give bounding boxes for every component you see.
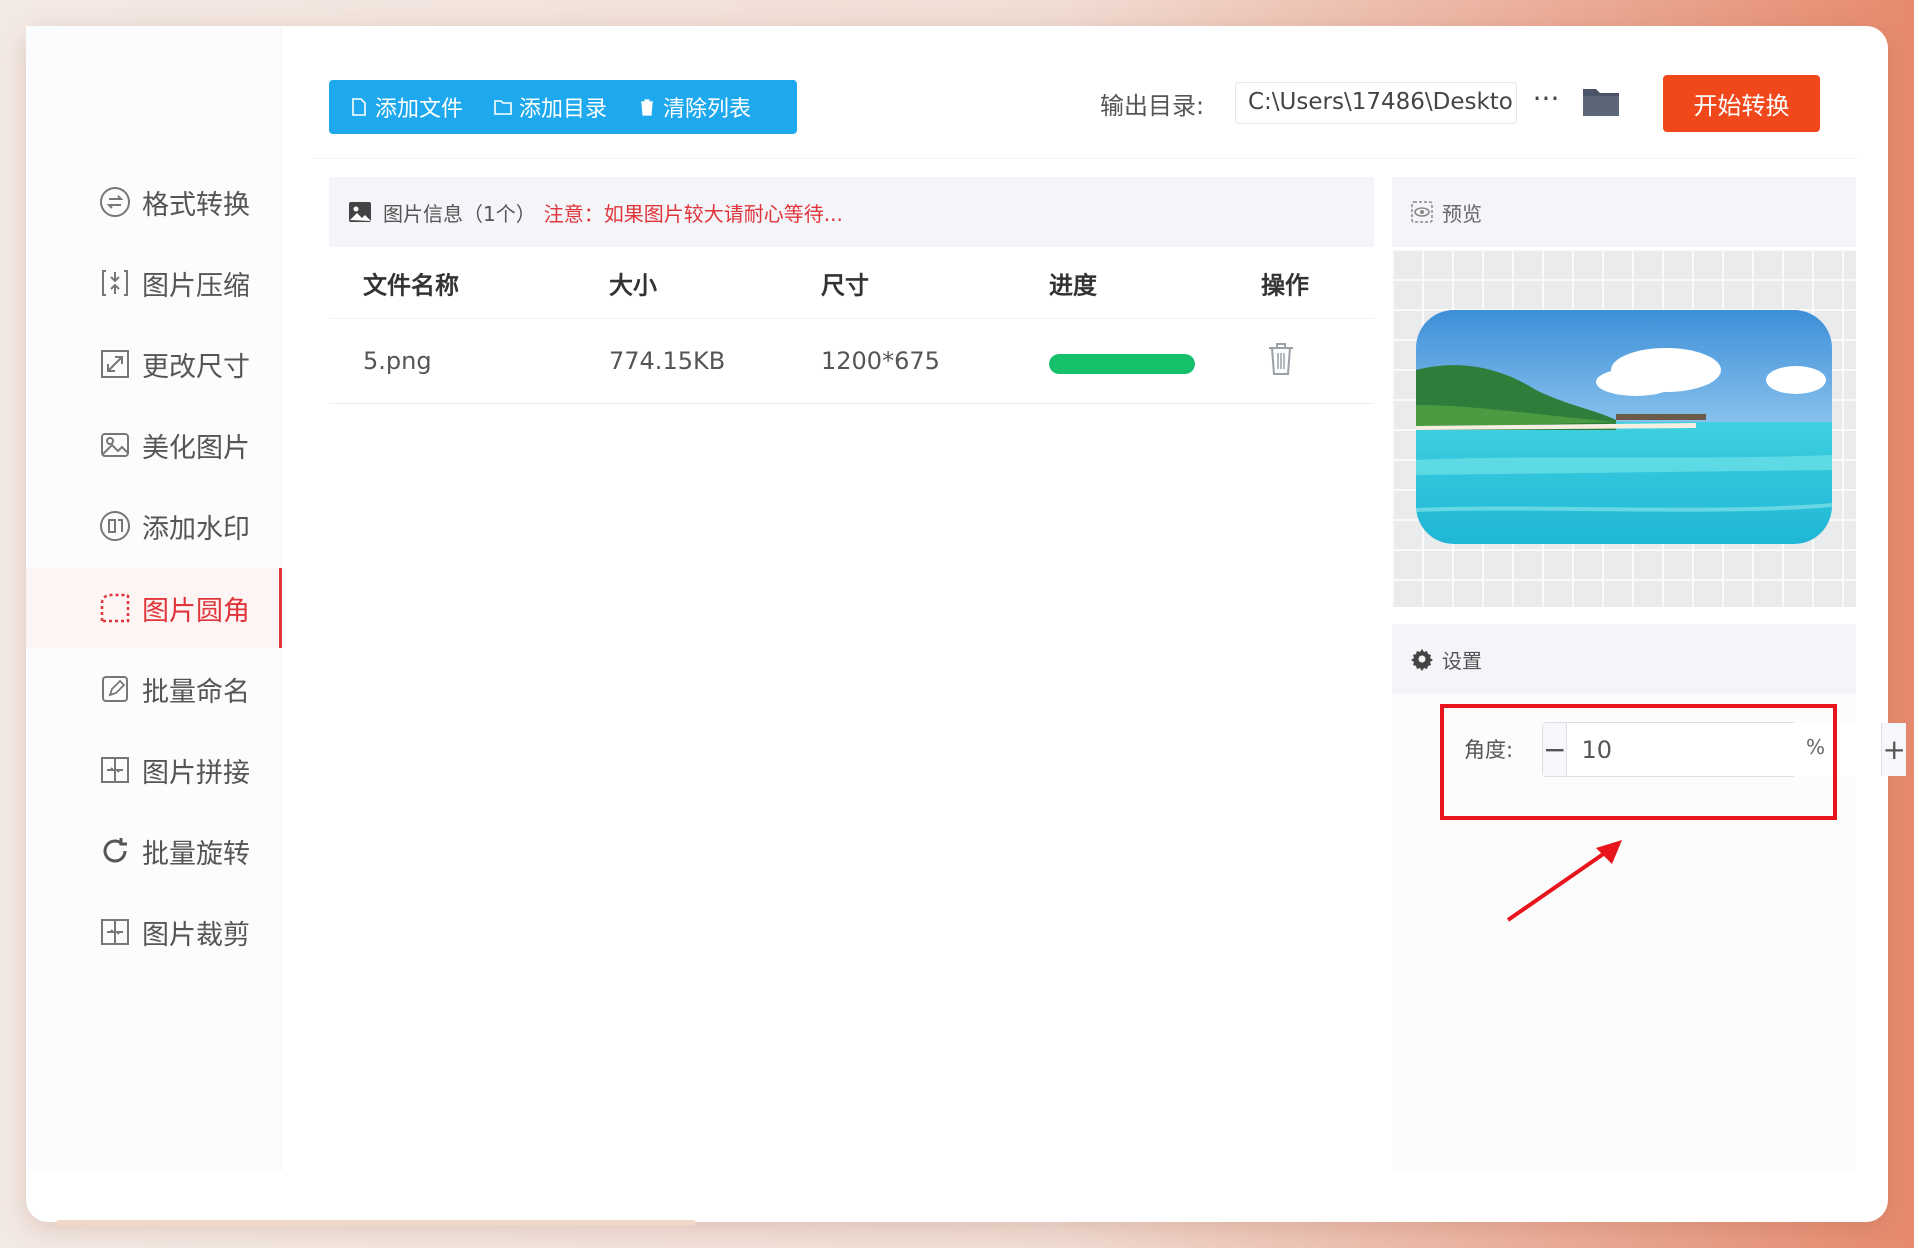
file-dimensions-cell: 1200*675: [821, 347, 940, 375]
crop-icon: [98, 915, 132, 949]
settings-title: 设置: [1442, 648, 1482, 673]
sidebar-item-label: 批量旋转: [142, 838, 250, 870]
sidebar-item-label: 美化图片: [142, 432, 250, 464]
more-options-button[interactable]: ···: [1530, 82, 1562, 122]
trash-icon: [641, 99, 654, 116]
header-divider: [312, 158, 1858, 159]
window-bottom-strip: [56, 1220, 696, 1226]
start-convert-button[interactable]: 开始转换: [1663, 75, 1820, 132]
sidebar-item-label: 图片裁剪: [142, 919, 250, 951]
annotation-highlight-box: [1440, 704, 1837, 820]
output-dir-field[interactable]: C:\Users\17486\Deskto: [1235, 82, 1517, 124]
preview-title: 预览: [1442, 201, 1482, 226]
open-folder-icon[interactable]: [1582, 84, 1620, 118]
sidebar-item-watermark[interactable]: 添加水印: [26, 486, 282, 566]
col-size: 大小: [609, 271, 657, 299]
compress-icon: [98, 266, 132, 300]
round-corner-icon: [98, 591, 132, 625]
col-actions: 操作: [1261, 271, 1309, 299]
format-convert-icon: [98, 185, 132, 219]
sidebar: 格式转换 图片压缩 更改尺寸 美化图片 添加水印 图片圆角 批量命名 图片拼接 …: [26, 26, 282, 1170]
rotate-icon: [98, 834, 132, 868]
table-row[interactable]: 5.png 774.15KB 1200*675: [329, 319, 1374, 404]
image-info-bar: 图片信息（1个） 注意：如果图片较大请耐心等待...: [329, 177, 1374, 247]
add-file-label: 添加文件: [375, 97, 464, 122]
col-file-name: 文件名称: [363, 271, 459, 299]
col-dimensions: 尺寸: [821, 271, 869, 299]
file-toolbar: 添加文件 添加目录 清除列表: [329, 80, 797, 134]
rename-icon: [98, 672, 132, 706]
settings-header: 设置: [1392, 624, 1856, 694]
file-name-cell: 5.png: [363, 347, 432, 375]
sidebar-item-label: 图片拼接: [142, 757, 250, 789]
watermark-icon: [98, 509, 132, 543]
image-info-icon: [349, 202, 371, 222]
sidebar-item-label: 格式转换: [142, 189, 250, 221]
sidebar-item-label: 图片圆角: [142, 595, 250, 627]
image-info-title: 图片信息（1个）: [383, 201, 536, 226]
resize-icon: [98, 347, 132, 381]
preview-header: 预览: [1392, 177, 1856, 247]
sidebar-item-label: 批量命名: [142, 676, 250, 708]
file-size-cell: 774.15KB: [609, 347, 726, 375]
add-folder-label: 添加目录: [519, 97, 608, 122]
delete-file-icon[interactable]: [1266, 341, 1296, 377]
eye-icon: [1411, 201, 1433, 223]
sidebar-item-crop[interactable]: 图片裁剪: [26, 892, 282, 972]
sidebar-item-rotate[interactable]: 批量旋转: [26, 811, 282, 891]
sidebar-item-resize[interactable]: 更改尺寸: [26, 324, 282, 404]
sidebar-item-stitch[interactable]: 图片拼接: [26, 730, 282, 810]
sidebar-item-beautify[interactable]: 美化图片: [26, 405, 282, 485]
add-folder-button[interactable]: 添加目录: [493, 91, 607, 123]
add-file-button[interactable]: 添加文件: [349, 91, 463, 123]
clear-list-button[interactable]: 清除列表: [637, 91, 751, 123]
file-table-header: 文件名称 大小 尺寸 进度 操作: [329, 247, 1374, 319]
preview-image: [1416, 310, 1832, 544]
output-dir-label: 输出目录:: [1100, 92, 1205, 120]
sidebar-item-label: 更改尺寸: [142, 351, 250, 383]
progress-bar-fill: [1049, 354, 1195, 374]
sidebar-item-rename[interactable]: 批量命名: [26, 649, 282, 729]
stitch-icon: [98, 753, 132, 787]
annotation-arrow-icon: [1506, 840, 1622, 922]
large-image-note: 注意：如果图片较大请耐心等待...: [543, 201, 843, 226]
sidebar-item-round-corner[interactable]: 图片圆角: [26, 568, 282, 648]
sidebar-item-label: 图片压缩: [142, 270, 250, 302]
beautify-icon: [98, 428, 132, 462]
sidebar-item-format-convert[interactable]: 格式转换: [26, 162, 282, 242]
col-progress: 进度: [1049, 271, 1097, 299]
progress-bar: [1049, 354, 1195, 374]
clear-list-label: 清除列表: [663, 97, 752, 122]
file-icon: [352, 98, 366, 116]
angle-increase-button[interactable]: +: [1881, 723, 1906, 776]
gear-icon: [1411, 649, 1433, 671]
sidebar-item-label: 添加水印: [142, 513, 250, 545]
folder-outline-icon: [494, 100, 512, 115]
sidebar-item-compress[interactable]: 图片压缩: [26, 243, 282, 323]
